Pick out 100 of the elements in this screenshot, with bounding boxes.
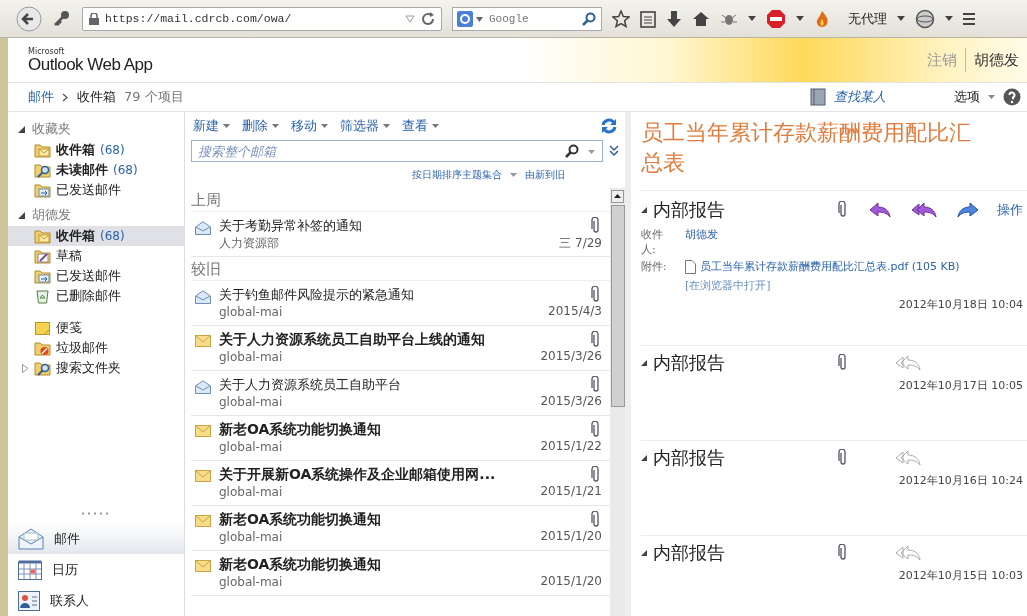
sort-by-link[interactable]: 按日期排序主题集合 xyxy=(412,168,502,182)
toolbar-button[interactable]: 删除 xyxy=(240,117,281,135)
message-row[interactable]: 关于钓鱼邮件风险提示的紧急通知 global-mai 2015/4/3 xyxy=(191,281,610,326)
sort-order-link[interactable]: 由新到旧 xyxy=(525,168,565,182)
message-subject: 内部报告 xyxy=(653,198,726,222)
forward-icon[interactable] xyxy=(957,202,979,218)
globe-icon[interactable] xyxy=(915,8,935,29)
folder-section-title[interactable]: 收藏夹 xyxy=(32,120,71,138)
folder-section-title[interactable]: 胡德发 xyxy=(32,206,71,224)
collapsed-triangle-icon[interactable] xyxy=(22,363,29,373)
message-sender: global-mai xyxy=(219,439,284,456)
download-icon[interactable] xyxy=(666,9,682,28)
folder-item[interactable]: 草稿 xyxy=(8,246,184,266)
refresh-icon[interactable] xyxy=(601,118,617,134)
home-icon[interactable] xyxy=(692,10,710,27)
expanded-triangle-icon[interactable] xyxy=(641,455,647,461)
folder-item[interactable]: 已发送邮件 xyxy=(8,180,184,200)
back-icon[interactable] xyxy=(16,5,42,32)
message-date: 2012年10月15日 10:03 xyxy=(897,568,1023,583)
recycle-bin-icon xyxy=(34,288,51,304)
address-field[interactable]: https://mail.cdrcb.com/owa/ xyxy=(82,6,442,31)
scrollbar[interactable] xyxy=(610,188,625,616)
caret-icon[interactable] xyxy=(748,16,756,21)
caret-icon[interactable] xyxy=(945,16,953,21)
folder-item[interactable]: 未读邮件 (68) xyxy=(8,160,184,180)
folder-item[interactable]: 已删除邮件 xyxy=(8,286,184,306)
expanded-triangle-icon[interactable] xyxy=(18,125,25,133)
scroll-thumb[interactable] xyxy=(610,205,625,407)
folder-item[interactable]: 已发送邮件 xyxy=(8,266,184,286)
search-folder-icon xyxy=(34,162,51,178)
toolbar-button[interactable]: 查看 xyxy=(400,117,441,135)
splitter-grip-icon[interactable] xyxy=(81,512,111,515)
search-icon[interactable] xyxy=(582,11,596,26)
junk-folder-icon xyxy=(34,340,51,356)
group-heading: 较旧 xyxy=(191,257,610,281)
reply-all-icon xyxy=(895,355,921,371)
expanded-triangle-icon[interactable] xyxy=(641,550,647,556)
message-row[interactable]: 新老OA系统功能切换通知 global-mai 2015/1/20 xyxy=(191,506,610,551)
reply-all-icon xyxy=(895,450,921,466)
toolbar-button[interactable]: 移动 xyxy=(289,117,330,135)
breadcrumb-item[interactable]: 邮件 xyxy=(28,88,54,106)
message-subject: 关于人力资源系统员工自助平台上线的通知 xyxy=(219,331,486,348)
attachment-link[interactable]: 员工当年累计存款薪酬费用配比汇总表.pdf (105 KB) xyxy=(700,259,960,274)
document-icon xyxy=(685,259,696,274)
item-count: 79 个项目 xyxy=(124,88,184,106)
proxy-menu[interactable]: 无代理 xyxy=(848,9,887,28)
message-date: 2012年10月17日 10:05 xyxy=(897,378,1023,393)
stop-sign-icon[interactable] xyxy=(766,8,786,29)
message-row[interactable]: 关于人力资源系统员工自助平台上线的通知 global-mai 2015/3/26 xyxy=(191,326,610,371)
message-sender: global-mai xyxy=(219,394,284,411)
drafts-folder-icon xyxy=(34,248,51,264)
recipient-link[interactable]: 胡德发 xyxy=(685,227,718,257)
find-people-link[interactable]: 查找某人 xyxy=(834,88,886,106)
message-row[interactable]: 关于人力资源系统员工自助平台 global-mai 2015/3/26 xyxy=(191,371,610,416)
scroll-up-icon[interactable] xyxy=(611,190,624,203)
message-date: 2012年10月18日 10:04 xyxy=(897,297,1023,312)
message-row[interactable]: 关于开展新OA系统操作及企业邮箱使用网... global-mai 2015/1/21 xyxy=(191,461,610,506)
module-button[interactable]: 联系人 xyxy=(8,585,184,616)
module-button[interactable]: 邮件 xyxy=(8,523,184,554)
folder-item[interactable]: 垃圾邮件 xyxy=(8,338,184,358)
reply-all-icon[interactable] xyxy=(911,202,937,218)
message-row[interactable]: 新老OA系统功能切换通知 global-mai 2015/1/22 xyxy=(191,416,610,461)
message-subject: 关于人力资源系统员工自助平台 xyxy=(219,376,402,393)
lock-icon xyxy=(89,12,99,25)
reply-icon[interactable] xyxy=(869,202,891,218)
toolbar-button[interactable]: 新建 xyxy=(191,117,232,135)
folder-item[interactable]: 收件箱 (68) xyxy=(8,140,184,160)
menu-icon[interactable] xyxy=(963,11,975,26)
folder-item[interactable]: 搜索文件夹 xyxy=(8,358,184,378)
star-icon[interactable] xyxy=(612,9,630,28)
search-field[interactable]: 搜索整个邮箱 xyxy=(191,140,603,162)
open-in-browser-link[interactable]: [在浏览器中打开] xyxy=(685,278,771,293)
message-date: 2015/4/3 xyxy=(548,304,602,318)
message-sender: 人力资源部 xyxy=(219,235,280,252)
expanded-triangle-icon[interactable] xyxy=(641,207,647,213)
message-row[interactable]: 关于考勤异常补签的通知 人力资源部 三 7/29 xyxy=(191,212,610,257)
message-subject: 内部报告 xyxy=(653,351,726,375)
double-chevron-icon[interactable] xyxy=(609,145,619,157)
folder-item[interactable]: 收件箱 (68) xyxy=(8,226,184,246)
options-menu[interactable]: 选项 xyxy=(954,88,980,106)
clipboard-icon[interactable] xyxy=(640,9,656,28)
flame-icon[interactable] xyxy=(814,9,830,28)
message-date: 2015/3/26 xyxy=(540,349,602,363)
expanded-triangle-icon[interactable] xyxy=(641,360,647,366)
web-search-field[interactable]: Google xyxy=(452,6,602,31)
user-name[interactable]: 胡德发 xyxy=(974,50,1019,70)
caret-icon xyxy=(383,124,390,128)
caret-icon[interactable] xyxy=(796,16,804,21)
message-date: 三 7/29 xyxy=(559,235,602,252)
expanded-triangle-icon[interactable] xyxy=(18,211,25,219)
folder-item[interactable]: 便笺 xyxy=(8,318,184,338)
actions-menu[interactable]: 操作 xyxy=(997,201,1023,219)
toolbar-button[interactable]: 筛选器 xyxy=(338,117,392,135)
search-icon[interactable] xyxy=(565,144,579,158)
help-icon[interactable] xyxy=(1003,88,1021,106)
module-button[interactable]: 日历 xyxy=(8,554,184,585)
message-row[interactable]: 新老OA系统功能切换通知 global-mai 2015/1/20 xyxy=(191,551,610,596)
caret-icon[interactable] xyxy=(897,16,905,21)
message-sender: global-mai xyxy=(219,529,284,546)
reload-icon[interactable] xyxy=(421,11,435,26)
